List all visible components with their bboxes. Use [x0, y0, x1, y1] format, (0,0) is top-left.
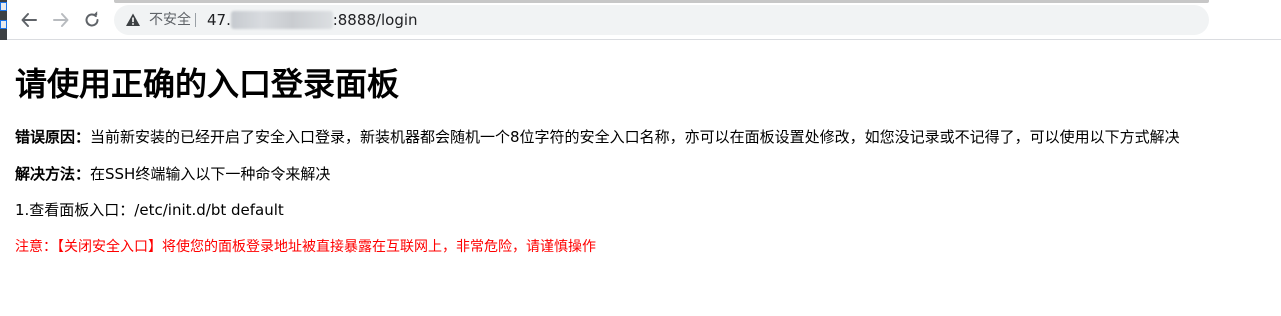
page-title: 请使用正确的入口登录面板 [15, 65, 400, 103]
solution-text: 在SSH终端输入以下一种命令来解决 [90, 165, 331, 183]
warning-note: 注意：【关闭安全入口】将使您的面板登录地址被直接暴露在互联网上，非常危险，请谨慎… [15, 239, 596, 255]
taskbar-icon [0, 2, 7, 11]
back-icon [21, 13, 37, 27]
error-reason-label: 错误原因： [15, 128, 91, 146]
url-text[interactable]: 47.███ ███ ██:8888/login [207, 11, 418, 29]
warning-icon[interactable] [125, 12, 141, 28]
forward-button[interactable] [49, 8, 73, 32]
forward-icon [53, 13, 69, 27]
address-separator [195, 13, 196, 27]
address-bar[interactable]: 不安全 47.███ ███ ██:8888/login [114, 5, 1209, 35]
solution: 解决方法：在SSH终端输入以下一种命令来解决 [15, 164, 330, 184]
back-button[interactable] [17, 8, 41, 32]
solution-label: 解决方法： [15, 165, 91, 183]
command-line: 1.查看面板入口：/etc/init.d/bt default [15, 201, 284, 219]
browser-toolbar: 不安全 47.███ ███ ██:8888/login [0, 0, 1281, 40]
error-reason: 错误原因：当前新安装的已经开启了安全入口登录，新装机器都会随机一个8位字符的安全… [15, 127, 1180, 147]
url-prefix: 47. [207, 11, 231, 29]
reload-icon [85, 11, 99, 27]
window-edge [0, 0, 7, 40]
reload-button[interactable] [80, 8, 104, 32]
url-redacted: ███ ███ ██ [230, 11, 333, 29]
error-reason-text: 当前新安装的已经开启了安全入口登录，新装机器都会随机一个8位字符的安全入口名称，… [90, 128, 1180, 146]
taskbar-icon [0, 20, 7, 29]
security-status-label[interactable]: 不安全 [149, 12, 191, 28]
tab-strip-edge [114, 0, 1209, 3]
url-suffix: :8888/login [332, 11, 418, 29]
